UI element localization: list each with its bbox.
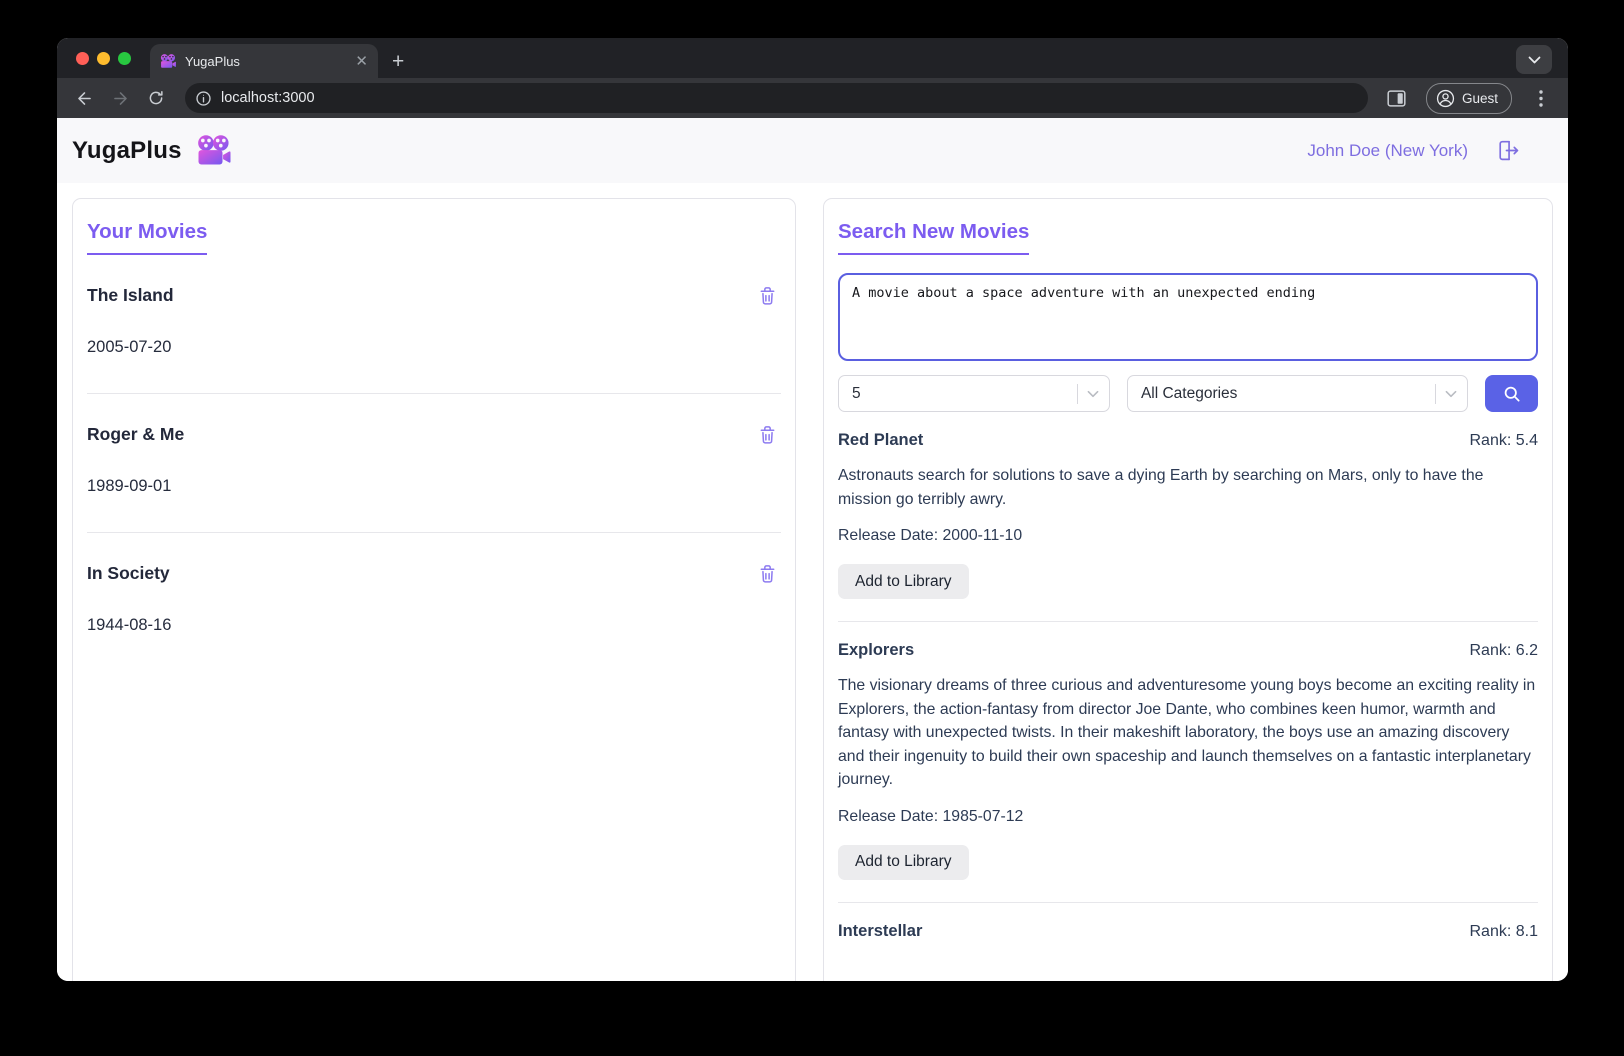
browser-menu-icon[interactable] bbox=[1526, 83, 1556, 113]
divider bbox=[87, 393, 781, 394]
window-controls bbox=[76, 52, 131, 65]
profile-label: Guest bbox=[1461, 90, 1498, 106]
chevron-down-icon bbox=[1445, 390, 1457, 397]
result-release-date: Release Date: 2000-11-10 bbox=[838, 527, 1023, 544]
reload-button[interactable] bbox=[141, 83, 171, 113]
category-value: All Categories bbox=[1140, 384, 1238, 402]
result-title: Explorers bbox=[838, 641, 915, 659]
result-rank: Rank: 6.2 bbox=[1469, 642, 1539, 659]
forward-button[interactable] bbox=[105, 83, 135, 113]
result-description: Astronauts search for solutions to save … bbox=[838, 467, 1484, 508]
delete-movie-icon[interactable] bbox=[758, 285, 777, 306]
address-bar[interactable]: localhost:3000 bbox=[185, 83, 1368, 113]
app-logo-text: YugaPlus bbox=[72, 136, 182, 164]
browser-tab[interactable]: YugaPlus ✕ bbox=[150, 44, 378, 78]
delete-movie-icon[interactable] bbox=[758, 424, 777, 445]
search-icon bbox=[1504, 386, 1520, 402]
fullscreen-window-button[interactable] bbox=[118, 52, 131, 65]
url-text: localhost:3000 bbox=[221, 90, 315, 106]
main-content: Your Movies The Island 2005-07-20 Roger … bbox=[57, 183, 1568, 981]
movie-title: The Island bbox=[87, 285, 174, 305]
movie-release-date: 1944-08-16 bbox=[87, 616, 172, 634]
add-to-library-button[interactable]: Add to Library bbox=[838, 844, 969, 880]
back-button[interactable] bbox=[69, 83, 99, 113]
tab-strip: YugaPlus ✕ + bbox=[57, 38, 1568, 78]
result-release-date: Release Date: 1985-07-12 bbox=[838, 807, 1024, 825]
your-movies-title: Your Movies bbox=[87, 220, 208, 255]
result-rank: Rank: 8.1 bbox=[1469, 922, 1539, 940]
divider bbox=[87, 532, 781, 533]
movie-item: Roger & Me 1989-09-01 bbox=[87, 424, 781, 533]
movie-release-date: 2005-07-20 bbox=[87, 338, 172, 356]
movie-camera-icon bbox=[196, 134, 233, 167]
search-result: Interstellar Rank: 8.1 bbox=[838, 922, 1538, 941]
chevron-down-icon bbox=[1087, 390, 1099, 397]
result-title: Red Planet bbox=[838, 431, 924, 449]
result-limit-select[interactable]: 5 bbox=[838, 375, 1110, 412]
search-controls: 5 All Categories bbox=[838, 375, 1538, 412]
search-button[interactable] bbox=[1485, 375, 1538, 412]
minimize-window-button[interactable] bbox=[97, 52, 110, 65]
divider bbox=[838, 901, 1538, 903]
app-header: YugaPlus John Doe (New York) bbox=[57, 118, 1568, 183]
result-rank: Rank: 5.4 bbox=[1469, 432, 1539, 449]
result-description: The visionary dreams of three curious an… bbox=[838, 677, 1536, 788]
profile-button[interactable]: Guest bbox=[1425, 82, 1512, 114]
browser-toolbar: localhost:3000 Guest bbox=[57, 78, 1568, 118]
search-result: Explorers Rank: 6.2 The visionary dreams… bbox=[838, 641, 1538, 903]
close-window-button[interactable] bbox=[76, 52, 89, 65]
tab-close-icon[interactable]: ✕ bbox=[355, 54, 368, 69]
movie-item: The Island 2005-07-20 bbox=[87, 285, 781, 394]
app-page: YugaPlus John Doe (New York) Your Movies… bbox=[57, 118, 1568, 981]
new-tab-button[interactable]: + bbox=[392, 51, 404, 72]
user-account-link[interactable]: John Doe (New York) bbox=[1307, 141, 1468, 161]
search-panel-title: Search New Movies bbox=[838, 220, 1030, 255]
logout-icon[interactable] bbox=[1495, 138, 1520, 163]
delete-movie-icon[interactable] bbox=[758, 563, 777, 584]
movie-title: In Society bbox=[87, 563, 170, 583]
search-query-input[interactable]: A movie about a space adventure with an … bbox=[838, 273, 1538, 361]
search-panel: Search New Movies A movie about a space … bbox=[823, 198, 1553, 981]
movie-title: Roger & Me bbox=[87, 424, 185, 444]
movie-item: In Society 1944-08-16 bbox=[87, 563, 781, 635]
site-info-icon[interactable] bbox=[191, 86, 215, 110]
category-select[interactable]: All Categories bbox=[1126, 375, 1468, 412]
search-result: Red Planet Rank: 5.4 Astronauts search f… bbox=[838, 431, 1538, 622]
result-title: Interstellar bbox=[838, 921, 923, 940]
add-to-library-button[interactable]: Add to Library bbox=[838, 564, 969, 599]
your-movies-panel: Your Movies The Island 2005-07-20 Roger … bbox=[72, 198, 796, 981]
side-panel-icon[interactable] bbox=[1382, 83, 1412, 113]
tab-favicon-camera-icon bbox=[160, 53, 177, 69]
divider bbox=[838, 621, 1538, 622]
browser-window: YugaPlus ✕ + localhost:3000 Guest YugaPl… bbox=[57, 38, 1568, 981]
tab-search-chevron-button[interactable] bbox=[1516, 45, 1552, 74]
result-limit-value: 5 bbox=[852, 384, 861, 402]
tab-title: YugaPlus bbox=[185, 53, 240, 69]
movie-release-date: 1989-09-01 bbox=[87, 477, 172, 495]
